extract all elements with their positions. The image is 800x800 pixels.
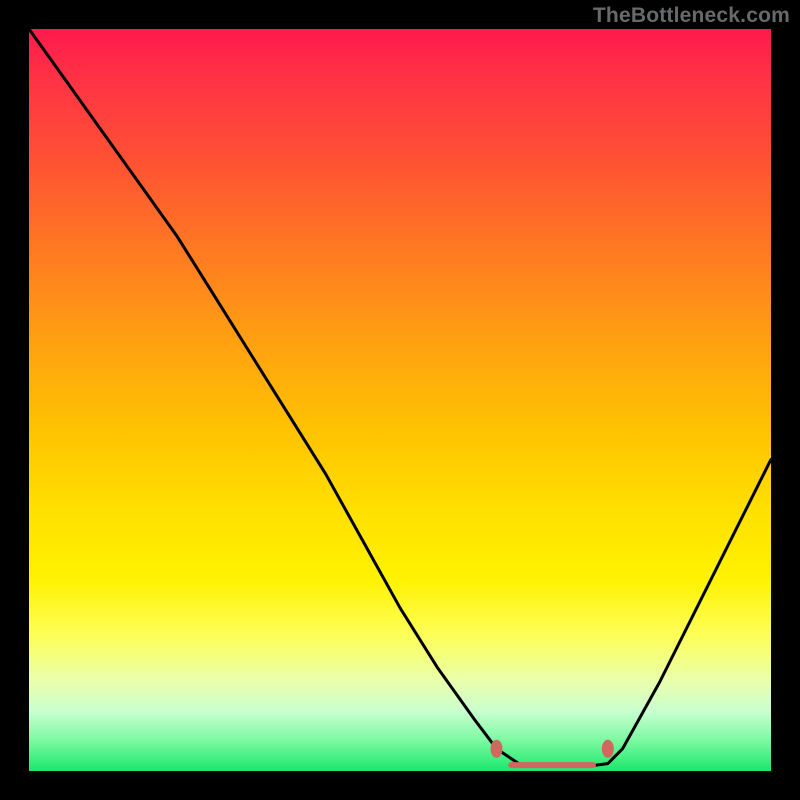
optimal-range-markers (491, 740, 614, 758)
range-marker-dot (602, 740, 614, 758)
bottleneck-curve-line (29, 29, 771, 767)
chart-container: TheBottleneck.com (0, 0, 800, 800)
watermark-text: TheBottleneck.com (593, 4, 790, 28)
bottleneck-curve-svg (29, 29, 771, 771)
range-marker-dot (491, 740, 503, 758)
